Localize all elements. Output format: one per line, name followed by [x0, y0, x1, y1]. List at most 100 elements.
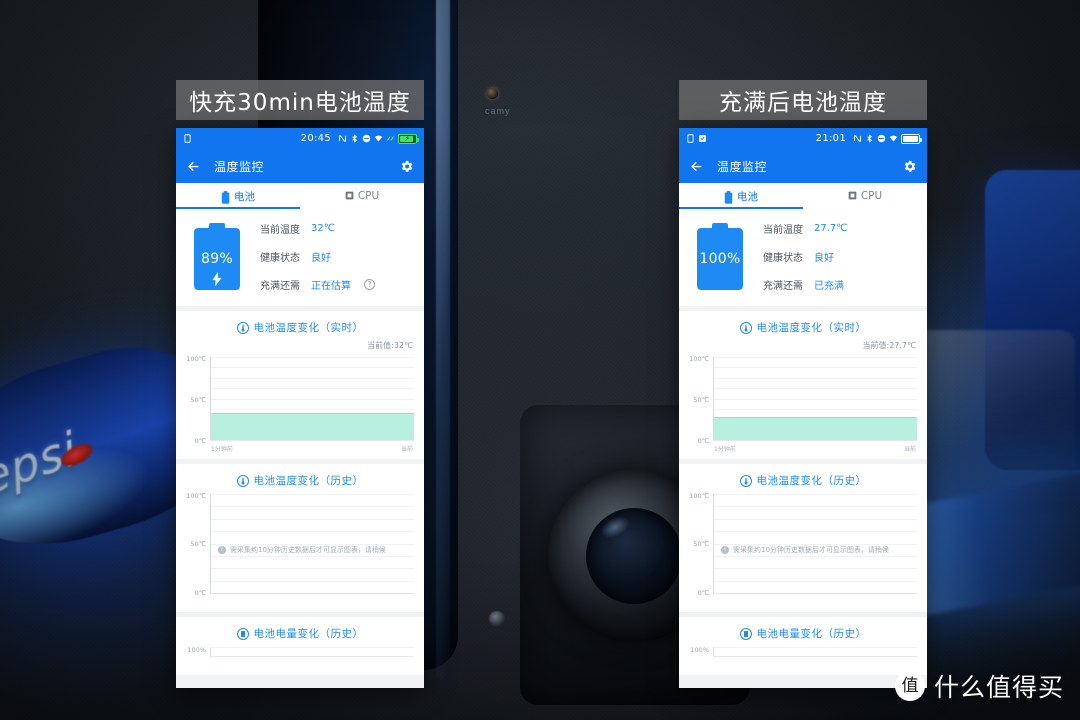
tab-cpu-label: CPU	[357, 190, 380, 202]
app-title: 温度监控	[214, 159, 265, 174]
battery-eta-label: 充满还需	[260, 281, 300, 292]
tab-battery-label: 电池	[737, 190, 758, 203]
history-temp-plot: 100℃ 50℃ 0℃ i 需采集约10分钟历史数据后才可显示图表，请稍候	[687, 492, 917, 606]
temperature-area-series	[211, 413, 414, 440]
plot-area	[210, 494, 414, 594]
battery-eta-value: 已充满	[814, 281, 844, 292]
history-chart-title: 电池温度变化（历史）	[679, 473, 927, 488]
level-history-chart-card: 电池电量变化（历史） 100%	[176, 617, 424, 675]
watermark: 值 什么值得买	[894, 668, 1064, 704]
history-chart-notice: i 需采集约10分钟历史数据后才可显示图表，请稍候	[218, 545, 386, 555]
do-not-disturb-icon	[362, 134, 371, 143]
battery-body: 100%	[697, 228, 743, 290]
tab-active-indicator	[679, 207, 803, 209]
y-axis-tick: 100℃	[186, 492, 206, 500]
y-axis-tick: 0℃	[697, 437, 709, 445]
caption-left: 快充30min电池温度	[176, 80, 424, 120]
tab-cpu-label: CPU	[860, 190, 883, 202]
plot-area	[713, 647, 917, 657]
nfc-icon	[853, 134, 862, 143]
battery-icon	[724, 190, 733, 204]
realtime-temp-plot: 100℃ 50℃ 0℃ 1分钟前 当前	[184, 355, 414, 453]
battery-percent-label: 89%	[200, 251, 234, 267]
caption-right: 充满后电池温度	[679, 80, 927, 120]
nfc-icon	[338, 134, 347, 143]
history-chart-title-text: 电池温度变化（历史）	[253, 475, 364, 487]
back-arrow-icon[interactable]	[689, 159, 704, 174]
y-axis-tick: 0℃	[697, 589, 709, 597]
battery-info-row: 健康状态 良好	[260, 249, 410, 264]
info-icon: i	[218, 546, 226, 554]
y-axis-tick: 100℃	[186, 355, 206, 363]
y-axis: 100℃ 50℃ 0℃	[184, 355, 210, 453]
do-not-disturb-icon	[877, 134, 886, 143]
sim-card-icon	[686, 134, 695, 143]
battery-health-value: 良好	[814, 253, 834, 264]
watermark-text: 什么值得买	[933, 673, 1064, 702]
y-axis-tick: 100℃	[689, 492, 709, 500]
plot-area	[210, 647, 414, 657]
battery-temp-value: 27.7℃	[814, 223, 848, 234]
charging-bolt-icon: ⚡	[405, 134, 410, 142]
phone-screenshot-right: 21:01 温度监控 电池 CPU 100% 当前温度 27.7℃ 健康状态 良…	[679, 128, 927, 688]
battery-health-label: 健康状态	[763, 253, 803, 264]
status-bar-left-icons	[686, 134, 707, 143]
y-axis-tick: 50℃	[693, 540, 709, 548]
tab-cpu[interactable]: CPU	[300, 183, 424, 209]
sim-card-icon	[183, 134, 192, 143]
realtime-current-value: 当前值:32℃	[367, 341, 413, 350]
status-bar-right-icons: ⚡	[338, 133, 419, 144]
gear-icon[interactable]	[902, 159, 917, 174]
battery-info-rows: 当前温度 32℃ 健康状态 良好 充满还需 正在估算 ?	[260, 221, 410, 292]
tab-cpu[interactable]: CPU	[803, 183, 927, 209]
battery-percent-label: 100%	[699, 251, 741, 267]
realtime-chart-title: 电池温度变化（实时）	[176, 320, 424, 335]
back-arrow-icon[interactable]	[186, 159, 201, 174]
cpu-icon	[345, 191, 354, 202]
battery-icon	[236, 627, 249, 640]
status-battery-icon: ⚡	[398, 133, 419, 144]
status-bar: 21:01	[679, 128, 927, 149]
battery-icon	[221, 190, 230, 204]
gear-icon[interactable]	[399, 159, 414, 174]
y-axis: 100℃ 50℃ 0℃	[184, 492, 210, 606]
x-axis-tick-start: 1分钟前	[714, 446, 736, 453]
x-axis-tick-end: 当前	[903, 446, 916, 453]
status-bar-right-icons	[853, 133, 922, 144]
thermometer-icon	[739, 474, 752, 487]
y-axis-tick: 50℃	[190, 540, 206, 548]
y-axis: 100℃ 50℃ 0℃	[687, 355, 713, 453]
history-chart-title: 电池温度变化（历史）	[176, 473, 424, 488]
level-history-chart-card: 电池电量变化（历史） 100%	[679, 617, 927, 675]
battery-info-rows: 当前温度 27.7℃ 健康状态 良好 充满还需 已充满	[763, 221, 913, 292]
tab-active-indicator	[176, 207, 300, 209]
history-chart-notice-text: 需采集约10分钟历史数据后才可显示图表，请稍候	[230, 546, 386, 554]
history-temp-plot: 100℃ 50℃ 0℃ i 需采集约10分钟历史数据后才可显示图表，请稍候	[184, 492, 414, 606]
temperature-area-series	[714, 416, 917, 440]
status-bar-left-icons	[183, 134, 192, 143]
thermometer-icon	[236, 474, 249, 487]
realtime-current-value: 当前值:27.7℃	[862, 341, 917, 350]
battery-info-row: 当前温度 27.7℃	[763, 221, 913, 236]
battery-summary-card: 89% 当前温度 32℃ 健康状态 良好 充满还需 正在估算 ?	[176, 209, 424, 306]
y-axis-tick: 100℃	[689, 355, 709, 363]
help-icon[interactable]: ?	[364, 279, 375, 290]
x-axis-tick-end: 当前	[400, 446, 413, 453]
y-axis-tick: 100%	[690, 646, 709, 654]
level-chart-title: 电池电量变化（历史）	[679, 626, 927, 641]
y-axis-tick: 100%	[187, 646, 206, 654]
app-title: 温度监控	[717, 159, 768, 174]
plot-area	[713, 494, 917, 594]
history-chart-title-text: 电池温度变化（历史）	[756, 475, 867, 487]
battery-summary-card: 100% 当前温度 27.7℃ 健康状态 良好 充满还需 已充满	[679, 209, 927, 306]
battery-temp-label: 当前温度	[260, 225, 300, 236]
tab-battery[interactable]: 电池	[679, 183, 803, 209]
status-bar-clock: 20:45	[300, 133, 331, 144]
plot-area	[210, 357, 414, 441]
battery-temp-label: 当前温度	[763, 225, 803, 236]
battery-temp-value: 32℃	[311, 223, 335, 234]
app-bar: 温度监控	[176, 149, 424, 183]
tab-battery[interactable]: 电池	[176, 183, 300, 209]
level-chart-title-text: 电池电量变化（历史）	[253, 628, 364, 640]
signal-icon	[386, 134, 395, 143]
